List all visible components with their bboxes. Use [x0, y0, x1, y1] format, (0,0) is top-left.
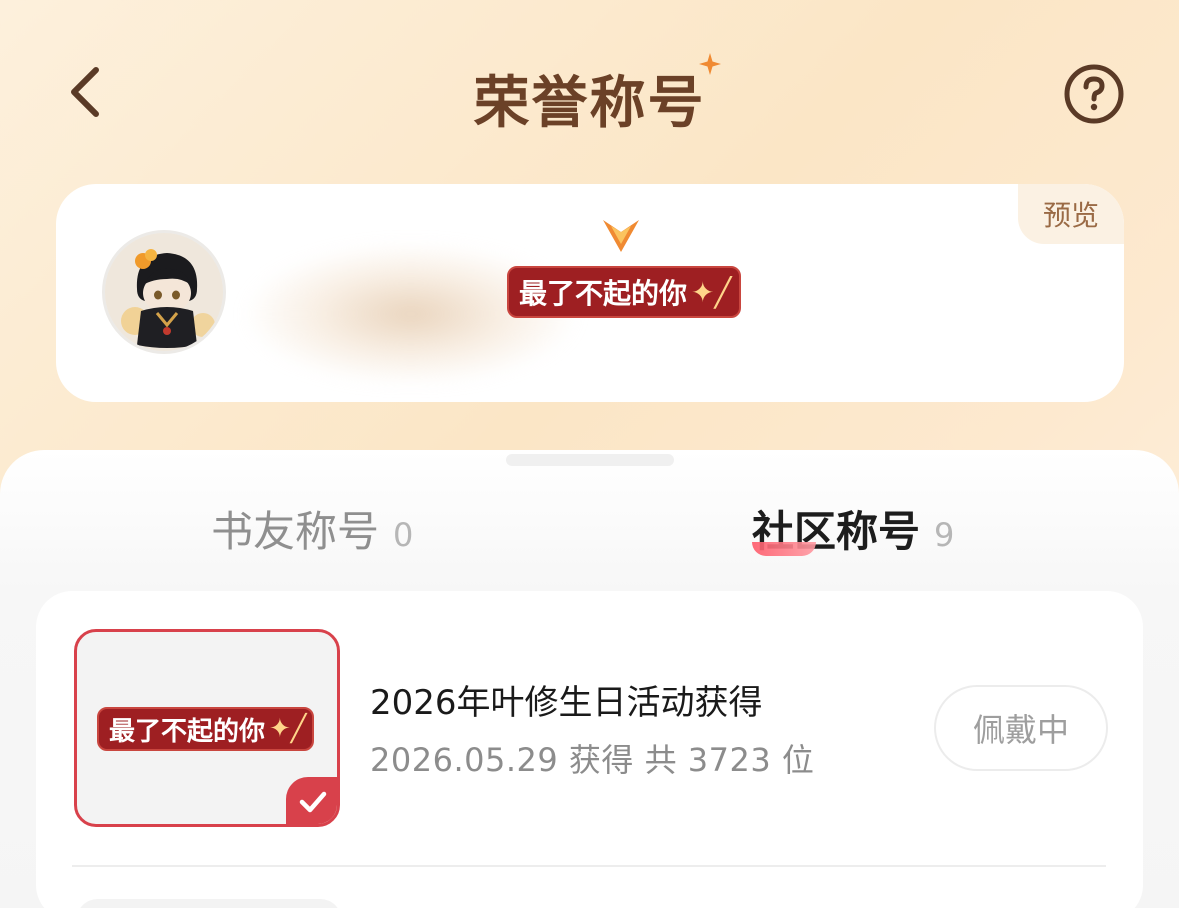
help-button[interactable] — [1062, 62, 1126, 126]
star-icon — [698, 53, 721, 75]
wearing-button[interactable]: 佩戴中 — [934, 685, 1108, 771]
sparkle-wand-icon: ✦╱ — [691, 275, 732, 309]
rank-chevron-icon — [603, 220, 639, 252]
divider — [72, 865, 1106, 867]
checkmark-icon — [299, 791, 327, 813]
preview-card: 预览 最了不起的你 ✦╱ — [56, 184, 1124, 402]
item-title: 2026年叶修生日活动获得 — [370, 683, 763, 723]
page-title: 荣誉称号 — [473, 71, 706, 136]
selected-check-badge — [286, 777, 337, 824]
tab-count: 0 — [393, 516, 414, 554]
avatar-figure — [105, 233, 223, 351]
honor-title-badge: 最了不起的你 ✦╱ — [97, 707, 315, 751]
avatar[interactable] — [102, 230, 226, 354]
honor-title-badge: 最了不起的你 ✦╱ — [507, 266, 742, 318]
title-thumbnail[interactable]: 最了不起的你 ✦╱ — [74, 629, 340, 827]
page-title-container: 荣誉称号 — [0, 53, 1179, 139]
title-list: 最了不起的你 ✦╱ 2026年叶修生日活动获得 2026.05.29 获得 共 … — [36, 591, 1143, 908]
item-subtitle: 2026.05.29 获得 共 3723 位 — [370, 741, 815, 779]
tab-friend-titles[interactable]: 书友称号 0 — [211, 498, 413, 559]
tab-label: 书友称号 — [211, 507, 380, 556]
preview-tag: 预览 — [1018, 184, 1124, 244]
tab-count: 9 — [934, 516, 955, 554]
honor-title-text: 最了不起的你 — [109, 716, 266, 747]
active-tab-indicator — [752, 542, 816, 556]
sparkle-wand-icon: ✦╱ — [269, 714, 307, 744]
header-bar: 荣誉称号 — [0, 0, 1179, 185]
honor-title-text: 最了不起的你 — [519, 277, 688, 310]
redacted-dots — [506, 454, 674, 466]
next-item-thumbnail[interactable] — [76, 899, 342, 908]
question-circle-icon — [1064, 64, 1124, 124]
